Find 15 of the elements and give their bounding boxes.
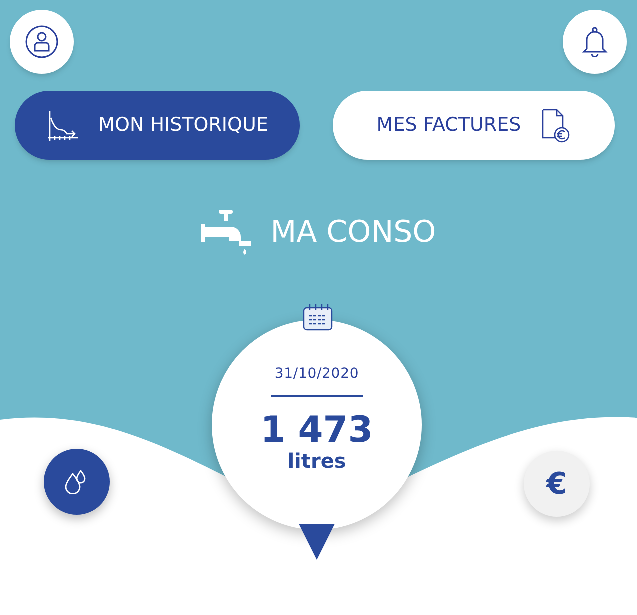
calendar-icon xyxy=(302,302,334,332)
tap-icon xyxy=(200,208,253,256)
user-icon xyxy=(25,25,59,59)
profile-button[interactable] xyxy=(10,10,74,74)
pointer-triangle xyxy=(299,524,335,560)
chart-icon xyxy=(46,110,79,142)
notifications-button[interactable] xyxy=(563,10,627,74)
invoice-icon xyxy=(541,108,572,142)
reading-value: 1 473 xyxy=(260,413,374,449)
reading-unit: litres xyxy=(288,449,346,474)
section-title: MA CONSO xyxy=(270,214,436,252)
reading-date: 31/10/2020 xyxy=(274,365,360,384)
tab[interactable]: MON HISTORIQUE xyxy=(15,91,300,160)
bell-icon xyxy=(582,27,608,57)
tab[interactable]: MES FACTURES xyxy=(333,91,615,160)
